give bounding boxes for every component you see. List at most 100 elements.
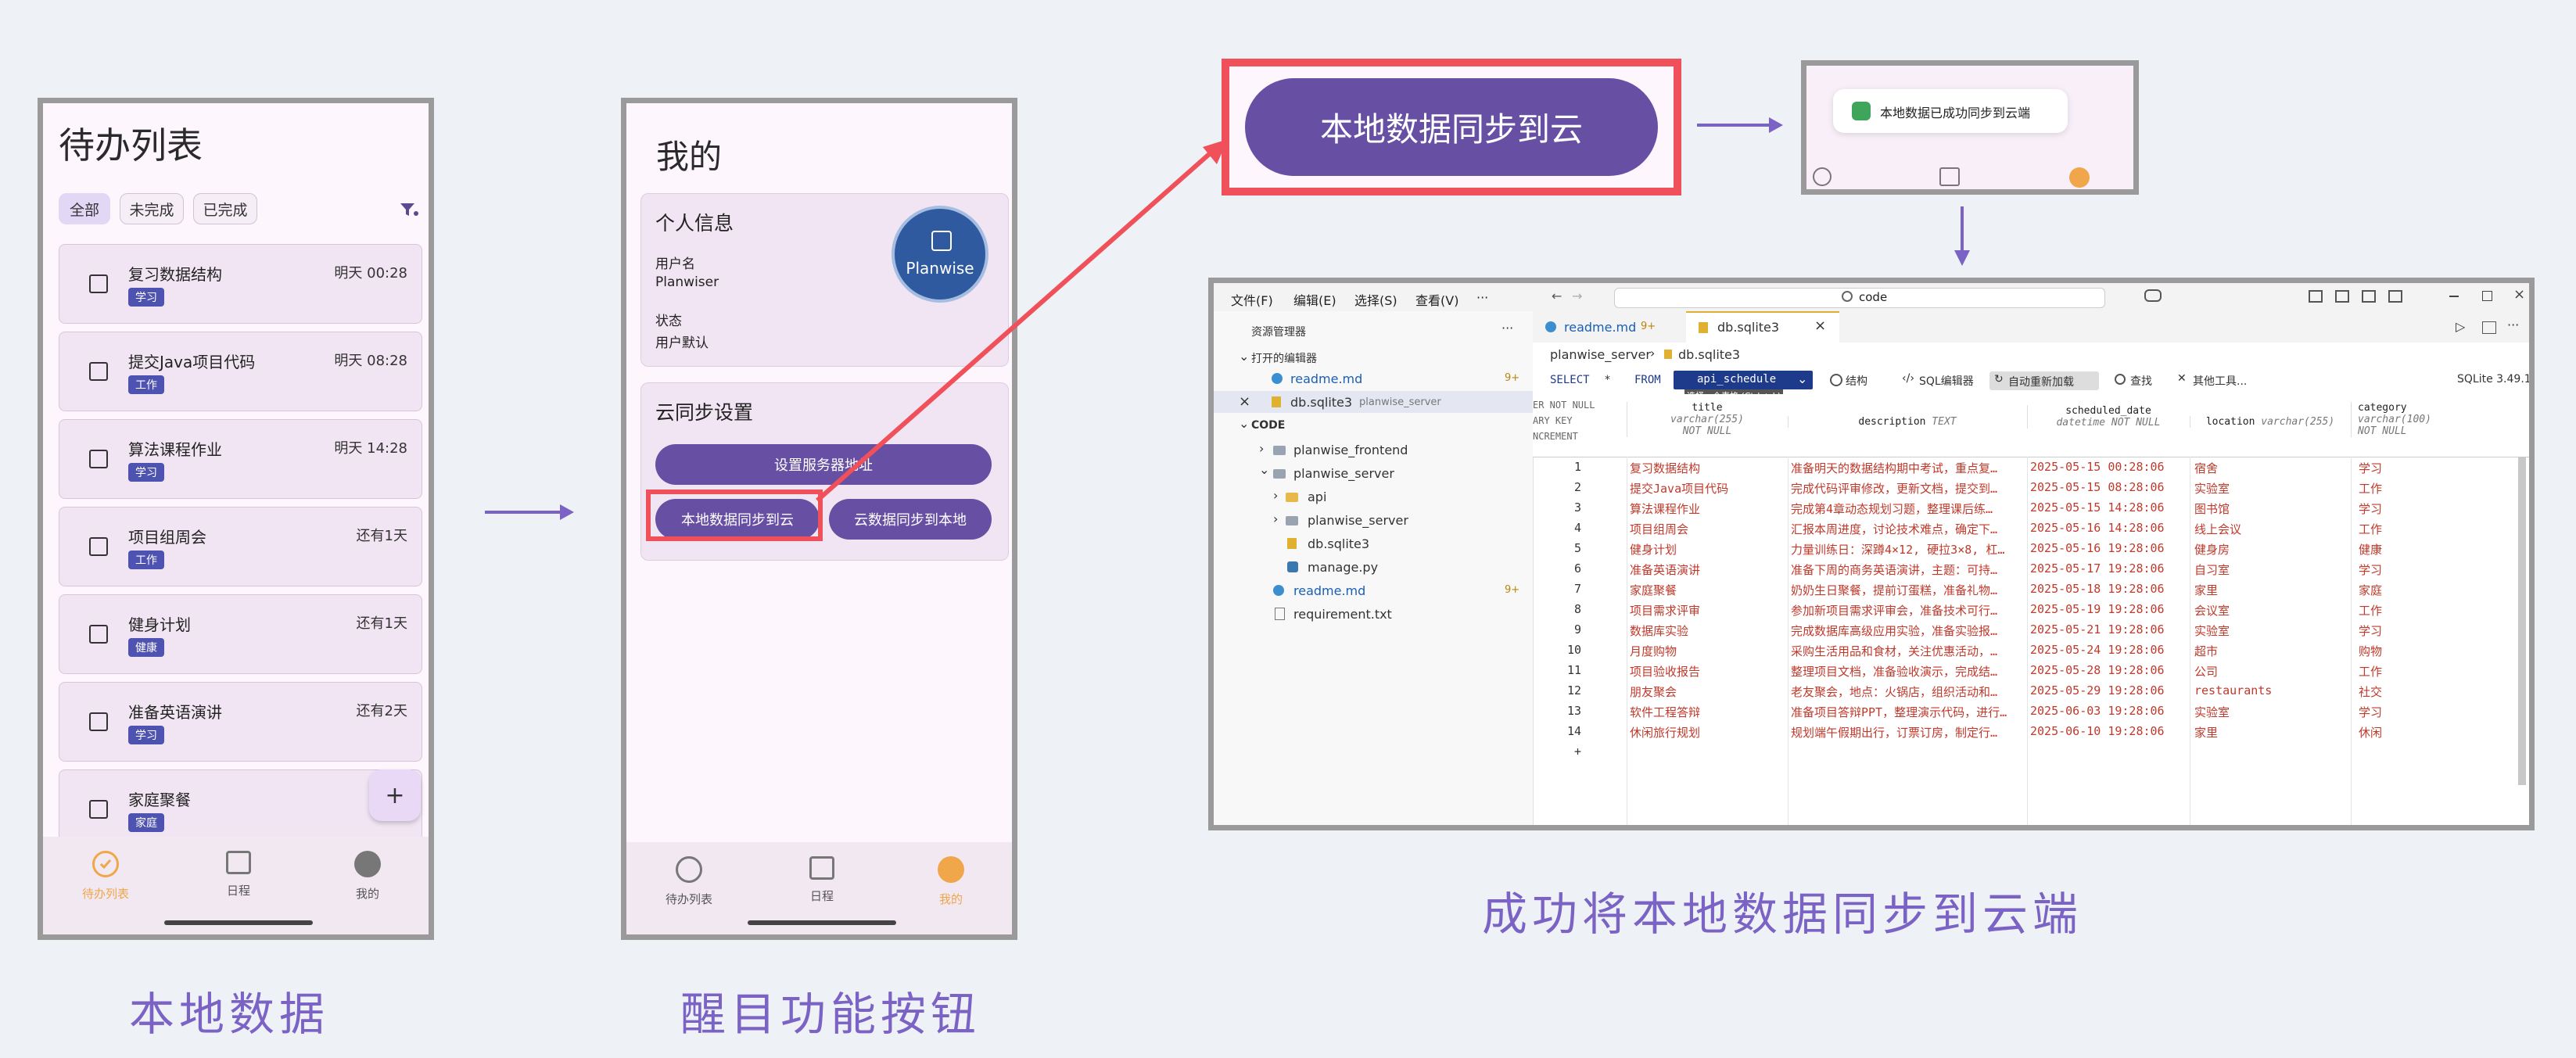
close-icon[interactable]: ×	[1239, 393, 1250, 410]
filter-chip-all[interactable]: 全部	[59, 193, 110, 224]
table-row[interactable]: 11 项目验收报告 整理项目文档，准备验收演示，完成结… 2025-05-28 19:…	[1534, 660, 2529, 680]
column-type: varchar(255)	[2261, 416, 2335, 428]
sql-editor-button[interactable]: SQL编辑器	[1919, 373, 1974, 389]
copilot-icon[interactable]	[2144, 289, 2162, 302]
cell-date: 2025-05-19 19:28:06	[2030, 602, 2165, 616]
task-checkbox[interactable]	[89, 712, 108, 731]
menu-selection[interactable]: 选择(S)	[1354, 290, 1397, 309]
more-actions-icon[interactable]: ···	[1501, 321, 1513, 335]
task-item[interactable]: 健身计划 还有1天 健康	[59, 594, 422, 674]
nav-schedule[interactable]: 日程	[775, 856, 869, 904]
table-row[interactable]: 6 准备英语演讲 准备下周的商务英语演讲，主题：可持… 2025-05-17 19:2…	[1534, 558, 2529, 579]
close-icon[interactable]: ×	[2513, 286, 2525, 303]
layout-icons[interactable]	[2309, 290, 2410, 304]
column-header-description[interactable]: description TEXT	[1788, 416, 2026, 428]
minimize-icon[interactable]	[2449, 296, 2459, 297]
secondary-sidebar-icon[interactable]	[2388, 290, 2402, 303]
cell-description: 完成数据库高级应用实验，准备实验报…	[1791, 624, 1998, 638]
tree-item[interactable]: planwise_frontend	[1293, 443, 1408, 457]
menu-edit[interactable]: 编辑(E)	[1293, 290, 1336, 309]
table-row[interactable]: 4 项目组周会 汇报本周进度，讨论技术难点，确定下… 2025-05-16 14:28…	[1534, 518, 2529, 538]
maximize-icon[interactable]	[2482, 291, 2492, 301]
forward-arrow-icon[interactable]: →	[1572, 289, 1582, 303]
filter-chip-incomplete[interactable]: 未完成	[120, 193, 184, 224]
task-checkbox[interactable]	[89, 800, 108, 819]
task-tag: 学习	[128, 463, 164, 482]
nav-schedule[interactable]: 日程	[192, 851, 285, 898]
open-file-readme[interactable]: readme.md	[1290, 371, 1362, 386]
auto-reload-toggle[interactable]: ↻ 自动重新加载	[1989, 371, 2099, 390]
table-row[interactable]: 13 软件工程答辩 准备项目答辩PPT，整理演示代码，进行… 2025-06-03 1…	[1534, 701, 2529, 721]
tools-button[interactable]: 其他工具...	[2193, 373, 2247, 389]
add-row-button[interactable]: +	[1534, 741, 2529, 762]
nav-mine[interactable]: 我的	[321, 851, 414, 902]
structure-button[interactable]: 结构	[1846, 373, 1867, 389]
table-row[interactable]: 12 朋友聚会 老友聚会，地点：火锅店，组织活动和… 2025-05-29 19:28…	[1534, 680, 2529, 701]
sidebar-toggle-icon[interactable]	[2335, 290, 2349, 303]
more-actions-icon[interactable]: ···	[2507, 317, 2519, 332]
task-checkbox[interactable]	[89, 625, 108, 644]
open-file-row-selected[interactable]: × db.sqlite3 planwise_server	[1214, 391, 1533, 413]
task-item[interactable]: 准备英语演讲 还有2天 学习	[59, 682, 422, 762]
table-row[interactable]: 5 健身计划 力量训练日：深蹲4×12, 硬拉3×8, 杠… 2025-05-16 1…	[1534, 538, 2529, 558]
problem-badge: 9+	[1641, 321, 1656, 332]
breadcrumb-item[interactable]: db.sqlite3	[1678, 347, 1740, 362]
close-icon[interactable]: ×	[1814, 317, 1826, 334]
panel-toggle-icon[interactable]	[2362, 290, 2376, 303]
filter-icon[interactable]	[399, 201, 419, 221]
open-editors-header[interactable]: 打开的编辑器	[1251, 350, 1317, 366]
scrollbar[interactable]	[2518, 457, 2526, 785]
code-folder-header[interactable]: CODE	[1251, 419, 1285, 432]
back-arrow-icon[interactable]: ←	[1552, 289, 1562, 303]
task-checkbox[interactable]	[89, 362, 108, 381]
breadcrumb-item[interactable]: planwise_server	[1550, 347, 1651, 362]
nav-todo-list[interactable]: 待办列表	[59, 851, 152, 902]
task-checkbox[interactable]	[89, 450, 108, 468]
table-row[interactable]: 14 休闲旅行规划 规划端午假期出行，订票订房，制定行… 2025-06-10 19:…	[1534, 721, 2529, 741]
task-checkbox[interactable]	[89, 537, 108, 556]
task-item[interactable]: 项目组周会 还有1天 工作	[59, 507, 422, 586]
column-header-title[interactable]: title varchar(255) NOT NULL	[1627, 402, 1787, 437]
menu-file[interactable]: 文件(F)	[1231, 290, 1273, 309]
nav-label: 我的	[355, 887, 379, 901]
task-checkbox[interactable]	[89, 274, 108, 293]
column-header-id[interactable]: ER NOT NULL ARY KEY NCREMENT	[1533, 397, 1623, 444]
cell-date: 2025-05-18 19:28:06	[2030, 582, 2165, 596]
task-item[interactable]: 算法课程作业 明天 14:28 学习	[59, 419, 422, 499]
command-center-search[interactable]: code	[1614, 288, 2105, 308]
nav-todo-list[interactable]: 待办列表	[642, 856, 736, 907]
cell-category: 工作	[2359, 482, 2383, 496]
column-name: title	[1692, 402, 1723, 414]
add-task-fab[interactable]: +	[369, 769, 421, 821]
find-button[interactable]: 查找	[2130, 373, 2152, 389]
run-icon[interactable]: ▷	[2456, 319, 2465, 334]
nav-mine[interactable]: 我的	[904, 856, 998, 907]
table-row[interactable]: 8 项目需求评审 参加新项目需求评审会，准备技术可行… 2025-05-19 19:2…	[1534, 599, 2529, 619]
table-row[interactable]: 9 数据库实验 完成数据库高级应用实验，准备实验报… 2025-05-21 19:28…	[1534, 619, 2529, 640]
task-item[interactable]: 提交Java项目代码 明天 08:28 工作	[59, 332, 422, 411]
filter-chip-completed[interactable]: 已完成	[193, 193, 257, 224]
account-icon	[2069, 167, 2090, 188]
columns-selector[interactable]: *	[1605, 374, 1610, 386]
table-row[interactable]: 10 月度购物 采购生活用品和食材，关注优惠活动，… 2025-05-24 19:28…	[1534, 640, 2529, 660]
table-row[interactable]: 3 算法课程作业 完成第4章动态规划习题，整理课后练… 2025-05-15 14:2…	[1534, 497, 2529, 518]
task-tag: 学习	[128, 288, 164, 307]
menu-view[interactable]: 查看(V)	[1415, 290, 1458, 309]
table-select[interactable]: api_schedule ⌄	[1674, 371, 1813, 389]
task-item[interactable]: 复习数据结构 明天 00:28 学习	[59, 244, 422, 324]
table-row[interactable]: 1 复习数据结构 准备明天的数据结构期中考试，重点复… 2025-05-15 00:2…	[1534, 457, 2529, 477]
table-row[interactable]: 7 家庭聚餐 奶奶生日聚餐，提前订蛋糕，准备礼物… 2025-05-18 19:28:…	[1534, 579, 2529, 599]
column-header-category[interactable]: category varchar(100) NOT NULL	[2351, 402, 2529, 437]
menu-more[interactable]: ···	[1476, 290, 1488, 305]
cell-id: 14	[1566, 724, 1581, 738]
table-row[interactable]: 2 提交Java项目代码 完成代码评审修改，更新文档，提交到… 2025-05-15 …	[1534, 477, 2529, 497]
tab-db[interactable]: db.sqlite3 ×	[1686, 311, 1839, 343]
zoomed-sync-button[interactable]: 本地数据同步到云	[1245, 78, 1658, 176]
split-editor-icon[interactable]	[2482, 321, 2496, 334]
layout-icon[interactable]	[2309, 290, 2323, 303]
column-header-scheduled-date[interactable]: scheduled_date datetime NOT NULL	[2027, 405, 2189, 429]
task-tag: 工作	[128, 551, 164, 569]
cell-location: 健身房	[2194, 543, 2230, 557]
tab-readme[interactable]: readme.md 9+	[1533, 311, 1687, 343]
column-header-location[interactable]: location varchar(255)	[2190, 416, 2350, 428]
